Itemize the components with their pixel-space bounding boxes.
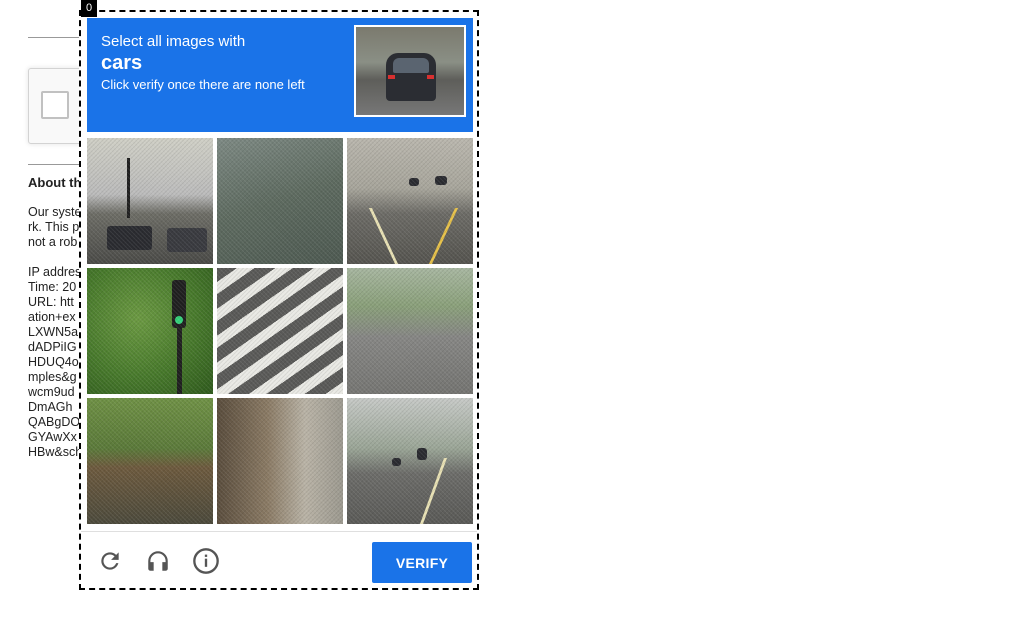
prompt-text: Select all images with — [101, 33, 246, 50]
tile-3[interactable] — [347, 138, 473, 264]
about-text-line: dADPiIG — [28, 340, 77, 354]
about-text-line: Our syste — [28, 205, 82, 219]
about-text-line: QABgDO — [28, 415, 81, 429]
about-text-line: GYAwXx — [28, 430, 77, 444]
recaptcha-checkbox[interactable] — [41, 91, 69, 119]
about-text-line: HDUQ4o — [28, 355, 79, 369]
image-grid — [87, 138, 473, 524]
about-heading: About th — [28, 175, 82, 190]
tile-2[interactable] — [217, 138, 343, 264]
tile-4[interactable] — [87, 268, 213, 394]
about-text-line: DmAGh — [28, 400, 73, 414]
about-text-line: LXWN5a — [28, 325, 79, 339]
prompt-target: cars — [101, 52, 143, 74]
about-text-line: wcm9ud — [28, 385, 75, 399]
tile-6[interactable] — [347, 268, 473, 394]
about-text-line: URL: htt — [28, 295, 74, 309]
about-text-line: rk. This p — [28, 220, 80, 234]
verify-button[interactable]: VERIFY — [372, 542, 472, 583]
info-icon[interactable] — [190, 545, 222, 577]
about-text-line: not a rob — [28, 235, 78, 249]
prompt-instruction: Click verify once there are none left — [101, 77, 305, 92]
reload-icon[interactable] — [94, 545, 126, 577]
sample-car-image — [354, 25, 466, 117]
headphones-icon[interactable] — [142, 545, 174, 577]
frame-index-label: 0 — [81, 0, 97, 17]
tile-1[interactable] — [87, 138, 213, 264]
tile-9[interactable] — [347, 398, 473, 524]
challenge-footer: VERIFY — [81, 531, 477, 589]
tile-7[interactable] — [87, 398, 213, 524]
about-text-line: mples&g — [28, 370, 77, 384]
about-text-line: Time: 20 — [28, 280, 77, 294]
about-text-line: ation+ex — [28, 310, 76, 324]
about-text-line: IP addres — [28, 265, 82, 279]
tile-5[interactable] — [217, 268, 343, 394]
challenge-header: Select all images with cars Click verify… — [87, 18, 473, 132]
about-text-line: HBw&sch — [28, 445, 83, 459]
tile-8[interactable] — [217, 398, 343, 524]
